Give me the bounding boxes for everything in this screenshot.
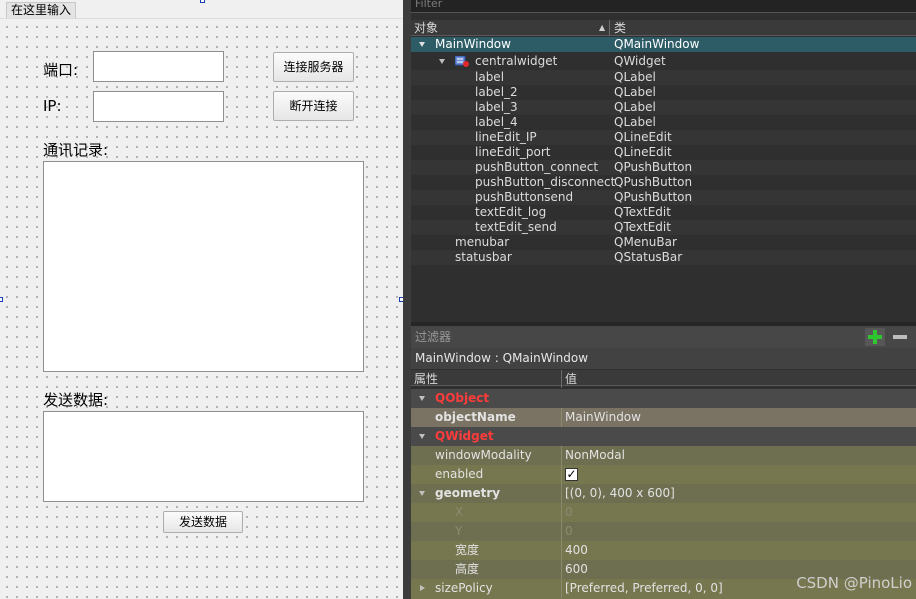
tree-row-lineedit-port[interactable]: lineEdit_port QLineEdit — [411, 145, 916, 160]
add-property-icon[interactable] — [865, 328, 885, 346]
tree-row-label-3[interactable]: label_3 QLabel — [411, 100, 916, 115]
expand-arrow-icon[interactable] — [420, 585, 425, 591]
tree-row-label-4[interactable]: label_4 QLabel — [411, 115, 916, 130]
column-object[interactable]: 对象 — [414, 20, 438, 36]
tree-row-lineedit-ip[interactable]: lineEdit_IP QLineEdit — [411, 130, 916, 145]
expand-arrow-icon[interactable] — [439, 59, 445, 64]
disconnect-button[interactable]: 断开连接 — [273, 91, 354, 121]
property-filter-input[interactable]: 过滤器 — [411, 326, 916, 348]
prop-row-geometry[interactable]: geometry [(0, 0), 400 x 600] — [411, 484, 916, 503]
tree-row-textedit-log[interactable]: textEdit_log QTextEdit — [411, 205, 916, 220]
menu-type-here-item[interactable]: 在这里输入 — [6, 2, 77, 18]
column-value[interactable]: 值 — [565, 370, 577, 388]
prop-row-y[interactable]: Y 0 — [411, 522, 916, 541]
property-editor-title: MainWindow : QMainWindow — [411, 348, 916, 369]
remove-property-icon[interactable] — [893, 335, 907, 339]
sort-up-icon: ▲ — [599, 23, 606, 32]
object-tree-header: 对象 ▲ 类 — [411, 20, 916, 36]
property-filter-placeholder: 过滤器 — [415, 330, 452, 344]
tree-row-label-2[interactable]: label_2 QLabel — [411, 85, 916, 100]
collapse-arrow-icon[interactable] — [419, 396, 425, 401]
prop-row-x[interactable]: X 0 — [411, 503, 916, 522]
tree-row-mainwindow[interactable]: MainWindow QMainWindow — [411, 37, 916, 52]
tree-row-statusbar[interactable]: statusbar QStatusBar — [411, 250, 916, 265]
prop-row-objectname[interactable]: objectName MainWindow — [411, 408, 916, 427]
send-textedit[interactable] — [43, 411, 364, 502]
tree-row-pushbutton-disconnect[interactable]: pushButton_disconnect QPushButton — [411, 175, 916, 190]
dock-splitter[interactable] — [403, 0, 411, 599]
log-textedit[interactable] — [43, 161, 364, 372]
ip-input[interactable] — [93, 91, 224, 122]
ip-label: IP: — [43, 97, 62, 115]
prop-row-width[interactable]: 宽度 400 — [411, 541, 916, 560]
port-label: 端口: — [43, 61, 79, 79]
collapse-arrow-icon[interactable] — [419, 491, 425, 496]
column-class[interactable]: 类 — [614, 20, 626, 36]
form-canvas[interactable]: 在这里输入 端口: 连接服务器 IP: 断开连接 通讯记录: 发送数据: 发送数… — [0, 0, 404, 599]
tree-row-centralwidget[interactable]: centralwidget QWidget — [411, 54, 916, 69]
tree-row-textedit-send[interactable]: textEdit_send QTextEdit — [411, 220, 916, 235]
object-filter-input[interactable]: Filter — [411, 0, 916, 13]
log-label: 通讯记录: — [43, 141, 109, 159]
property-table-header: 属性 值 — [411, 370, 916, 388]
port-input[interactable] — [93, 51, 224, 82]
resize-handle-top[interactable] — [200, 0, 205, 3]
resize-handle-left[interactable] — [0, 297, 3, 302]
send-label: 发送数据: — [43, 391, 109, 409]
tree-row-menubar[interactable]: menubar QMenuBar — [411, 235, 916, 250]
prop-category-qwidget[interactable]: QWidget — [411, 427, 916, 446]
prop-row-windowmodality[interactable]: windowModality NonModal — [411, 446, 916, 465]
tree-row-pushbutton-connect[interactable]: pushButton_connect QPushButton — [411, 160, 916, 175]
prop-category-qobject[interactable]: QObject — [411, 389, 916, 408]
layout-widget-icon — [455, 56, 469, 67]
collapse-arrow-icon[interactable] — [419, 434, 425, 439]
watermark: CSDN @PinoLio — [796, 574, 912, 592]
prop-row-enabled[interactable]: enabled ✓ — [411, 465, 916, 484]
send-button[interactable]: 发送数据 — [163, 511, 243, 533]
enabled-checkbox[interactable]: ✓ — [565, 468, 578, 481]
tree-row-label[interactable]: label QLabel — [411, 70, 916, 85]
expand-arrow-icon[interactable] — [419, 42, 425, 47]
connect-button[interactable]: 连接服务器 — [273, 52, 354, 82]
tree-row-pushbuttonsend[interactable]: pushButtonsend QPushButton — [411, 190, 916, 205]
column-property[interactable]: 属性 — [414, 370, 438, 388]
